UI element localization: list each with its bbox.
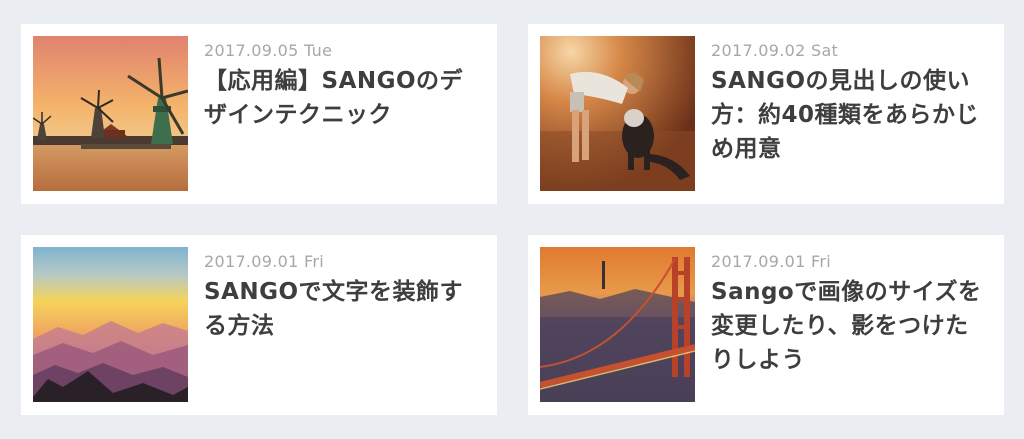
post-text: 2017.09.01 Fri SANGOで文字を装飾する方法 (188, 247, 485, 343)
post-thumbnail-bridge[interactable] (540, 247, 695, 402)
post-thumbnail-woman-dog[interactable] (540, 36, 695, 191)
post-date: 2017.09.05 Tue (204, 41, 333, 60)
post-text: 2017.09.01 Fri Sangoで画像のサイズを変更したり、影をつけたり… (695, 247, 992, 377)
golden-gate-bridge-image (540, 247, 695, 402)
post-date: 2017.09.01 Fri (204, 252, 324, 271)
post-title-link[interactable]: 【応用編】SANGOのデザインテクニック (204, 64, 485, 132)
windmills-sunset-image (33, 36, 188, 191)
post-title-link[interactable]: SANGOで文字を装飾する方法 (204, 275, 485, 343)
post-card[interactable]: 2017.09.05 Tue 【応用編】SANGOのデザインテクニック (21, 24, 497, 204)
post-thumbnail-mountains[interactable] (33, 247, 188, 402)
post-date: 2017.09.02 Sat (711, 41, 839, 60)
post-thumbnail-windmills[interactable] (33, 36, 188, 191)
post-title-link[interactable]: SANGOの見出しの使い方：約40種類をあらかじめ用意 (711, 64, 992, 166)
post-card[interactable]: 2017.09.02 Sat SANGOの見出しの使い方：約40種類をあらかじめ… (528, 24, 1004, 204)
mountain-sunset-image (33, 247, 188, 402)
post-title-link[interactable]: Sangoで画像のサイズを変更したり、影をつけたりしよう (711, 275, 992, 377)
post-text: 2017.09.02 Sat SANGOの見出しの使い方：約40種類をあらかじめ… (695, 36, 992, 166)
post-card[interactable]: 2017.09.01 Fri Sangoで画像のサイズを変更したり、影をつけたり… (528, 235, 1004, 415)
post-card[interactable]: 2017.09.01 Fri SANGOで文字を装飾する方法 (21, 235, 497, 415)
post-date: 2017.09.01 Fri (711, 252, 831, 271)
woman-with-dog-image (540, 36, 695, 191)
post-text: 2017.09.05 Tue 【応用編】SANGOのデザインテクニック (188, 36, 485, 132)
